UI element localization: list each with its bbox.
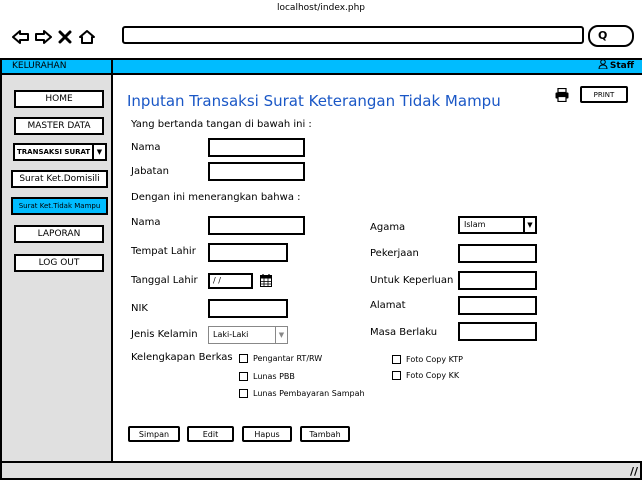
birthdate-label: Tanggal Lahir: [131, 275, 198, 286]
job-label: Pekerjaan: [370, 248, 419, 259]
search-button[interactable]: Q: [588, 25, 634, 47]
intro-text: Yang bertanda tangan di bawah ini :: [131, 119, 312, 130]
sidebar-item-home[interactable]: HOME: [14, 90, 104, 108]
checkbox-label: Lunas Pembayaran Sampah: [253, 389, 365, 398]
checkbox-box[interactable]: [239, 372, 248, 381]
purpose-label: Untuk Keperluan: [370, 275, 454, 286]
checkbox-box[interactable]: [392, 355, 401, 364]
user-icon: [598, 59, 608, 69]
sidebar-item-logout[interactable]: LOG OUT: [14, 254, 104, 272]
birthdate-field[interactable]: / /: [208, 273, 253, 289]
edit-button[interactable]: Edit: [187, 426, 234, 442]
address-label: Alamat: [370, 300, 406, 311]
back-icon[interactable]: [12, 28, 30, 46]
checkbox-lunas-pbb[interactable]: Lunas PBB: [239, 372, 295, 381]
checkbox-label: Foto Copy KTP: [406, 355, 463, 364]
printer-icon[interactable]: [555, 88, 569, 102]
signer-name-field[interactable]: [208, 138, 305, 157]
gender-label: Jenis Kelamin: [131, 329, 198, 340]
checkbox-foto-kk[interactable]: Foto Copy KK: [392, 371, 459, 380]
chevron-down-icon: ▼: [275, 327, 287, 343]
checkbox-foto-ktp[interactable]: Foto Copy KTP: [392, 355, 463, 364]
print-button[interactable]: PRINT: [580, 86, 628, 103]
add-button[interactable]: Tambah: [300, 426, 350, 442]
signer-name-label: Nama: [131, 142, 161, 153]
status-bar: [0, 461, 642, 480]
nik-label: NIK: [131, 303, 148, 314]
url-bar[interactable]: [122, 26, 584, 44]
checkbox-pengantar-rt-rw[interactable]: Pengantar RT/RW: [239, 354, 322, 363]
save-button[interactable]: Simpan: [128, 426, 180, 442]
attachments-label: Kelengkapan Berkas: [131, 352, 233, 363]
signer-position-field[interactable]: [208, 162, 305, 181]
checkbox-box[interactable]: [239, 354, 248, 363]
person-name-field[interactable]: [208, 216, 305, 235]
gender-select[interactable]: Laki-Laki ▼: [208, 326, 288, 344]
checkbox-box[interactable]: [392, 371, 401, 380]
religion-select[interactable]: Islam ▼: [458, 216, 537, 234]
calendar-icon[interactable]: [260, 274, 272, 287]
forward-icon[interactable]: [34, 28, 52, 46]
home-icon[interactable]: [78, 28, 96, 46]
brand-label: KELURAHAN: [0, 58, 113, 75]
purpose-field[interactable]: [458, 271, 537, 290]
sidebar-item-master-data[interactable]: MASTER DATA: [14, 117, 104, 135]
person-name-label: Nama: [131, 217, 161, 228]
signer-position-label: Jabatan: [131, 166, 169, 177]
gender-value: Laki-Laki: [213, 330, 249, 339]
birthplace-label: Tempat Lahir: [131, 246, 196, 257]
user-menu[interactable]: Staff: [598, 59, 634, 71]
sidebar-item-surat-tidak-mampu[interactable]: Surat Ket.Tidak Mampu: [11, 197, 108, 215]
religion-value: Islam: [464, 220, 486, 229]
sidebar-item-surat-domisili[interactable]: Surat Ket.Domisili: [11, 170, 108, 188]
chevron-down-icon: ▼: [92, 145, 105, 159]
validity-label: Masa Berlaku: [370, 327, 438, 338]
chevron-down-icon: ▼: [523, 218, 535, 232]
page-title: Inputan Transaksi Surat Keterangan Tidak…: [127, 92, 501, 110]
user-name: Staff: [609, 61, 634, 71]
sidebar-item-laporan[interactable]: LAPORAN: [14, 225, 104, 243]
checkbox-box[interactable]: [239, 389, 248, 398]
checkbox-lunas-sampah[interactable]: Lunas Pembayaran Sampah: [239, 389, 365, 398]
validity-field[interactable]: [458, 322, 537, 341]
checkbox-label: Lunas PBB: [253, 372, 295, 381]
address-title: localhost/index.php: [276, 3, 366, 13]
sidebar-item-transaksi-surat[interactable]: TRANSAKSI SURAT ▼: [13, 143, 107, 161]
checkbox-label: Pengantar RT/RW: [253, 354, 323, 363]
nik-field[interactable]: [208, 299, 288, 318]
transaksi-surat-label: TRANSAKSI SURAT: [17, 148, 91, 156]
delete-button[interactable]: Hapus: [242, 426, 292, 442]
address-field[interactable]: [458, 296, 537, 315]
close-icon[interactable]: [56, 28, 74, 46]
search-icon: Q: [598, 29, 608, 42]
job-field[interactable]: [458, 244, 537, 263]
resize-handle-icon[interactable]: //: [630, 465, 638, 478]
section-statement: Dengan ini menerangkan bahwa :: [131, 192, 301, 203]
checkbox-label: Foto Copy KK: [406, 371, 460, 380]
birthplace-field[interactable]: [208, 243, 288, 262]
religion-label: Agama: [370, 222, 406, 233]
browser-chrome: localhost/index.php Q: [0, 0, 642, 58]
